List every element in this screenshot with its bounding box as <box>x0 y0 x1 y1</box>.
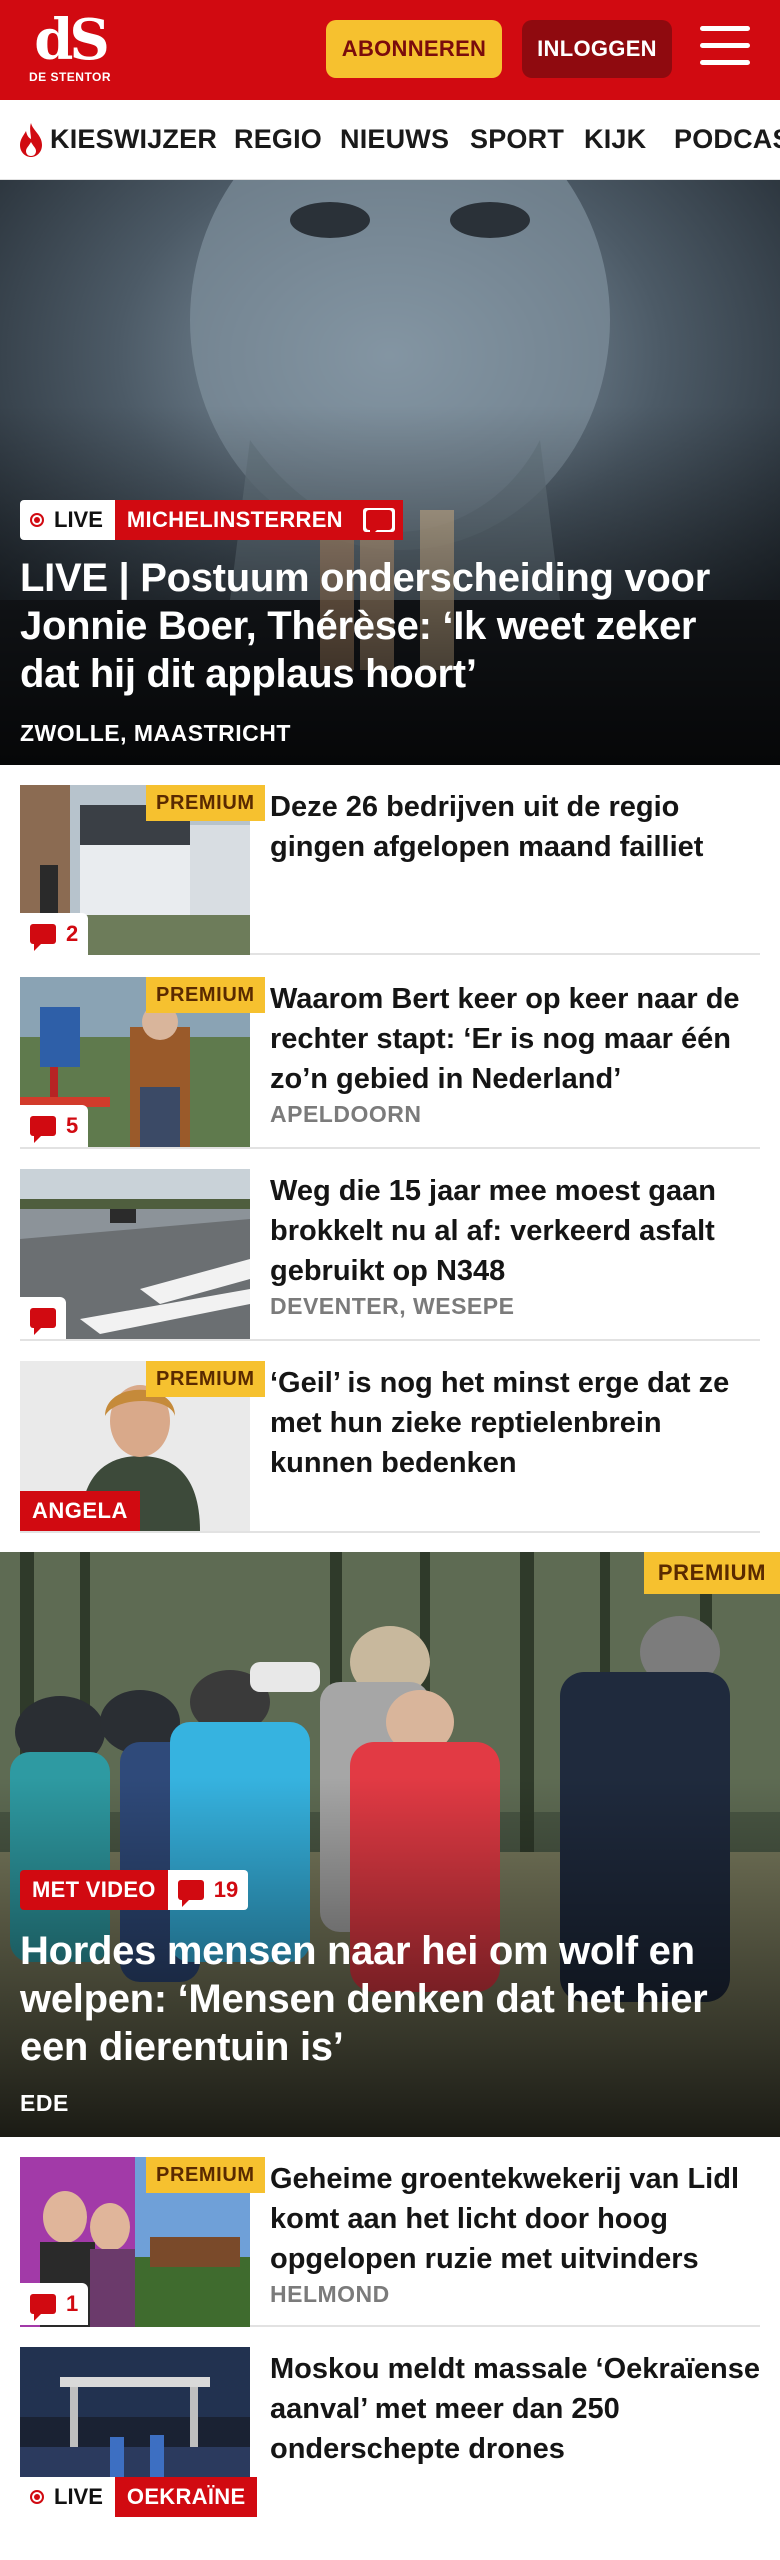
article-title[interactable]: Waarom Bert keer op keer naar de rechter… <box>270 979 760 1099</box>
hamburger-icon[interactable] <box>700 26 752 72</box>
logo-mark: dS <box>34 7 110 73</box>
comment-count[interactable] <box>20 1297 66 1339</box>
logo-subtitle: DE STENTOR <box>28 70 112 84</box>
main-nav: KIESWIJZER REGIO NIEUWS SPORT KIJK PODCA… <box>0 100 780 180</box>
topic-badge[interactable]: MICHELINSTERREN <box>114 500 355 540</box>
comment-count[interactable]: 19 <box>167 1870 249 1910</box>
list-item[interactable]: Weg die 15 jaar mee moest gaan brokkelt … <box>20 1149 760 1341</box>
hero-article-2[interactable]: PREMIUM MET VIDEO 19 Hordes mensen naar … <box>0 1552 780 2137</box>
article-location: APELDOORN <box>270 1101 422 1127</box>
comment-count[interactable]: 1 <box>20 2283 89 2325</box>
topic-badge[interactable]: OEKRAÏNE <box>114 2477 258 2517</box>
list-item[interactable]: PREMIUM 2 Deze 26 bedrijven uit de regio… <box>20 765 760 955</box>
list-item[interactable]: LIVE OEKRAÏNE Moskou meldt massale ‘Oekr… <box>20 2327 760 2517</box>
flame-icon <box>20 123 42 157</box>
list-item[interactable]: PREMIUM ANGELA ‘Geil’ is nog het minst e… <box>20 1341 760 1533</box>
comment-icon <box>30 924 56 951</box>
nav-item-kijk[interactable]: KIJK <box>584 124 646 155</box>
hero-title[interactable]: Hordes mensen naar hei om wolf en welpen… <box>20 1927 760 2071</box>
hero-title[interactable]: LIVE | Postuum onderscheiding voor Jonni… <box>20 554 760 698</box>
article-title[interactable]: Deze 26 bedrijven uit de regio gingen af… <box>270 787 760 867</box>
article-title[interactable]: ‘Geil’ is nog het minst erge dat ze met … <box>270 1363 760 1483</box>
live-dot-icon <box>30 2490 44 2504</box>
live-badge: LIVE <box>20 500 115 540</box>
top-bar: dS DE STENTOR ABONNEREN INLOGGEN <box>0 0 780 100</box>
hero-location: ZWOLLE, MAASTRICHT <box>20 720 291 746</box>
comment-badge[interactable] <box>354 500 403 540</box>
comment-icon <box>30 1116 56 1143</box>
nav-item-kieswijzer[interactable]: KIESWIJZER <box>50 124 217 155</box>
hero-article[interactable]: LIVE MICHELINSTERREN LIVE | Postuum onde… <box>0 180 780 765</box>
comment-icon <box>177 1880 204 1907</box>
nav-item-regio[interactable]: REGIO <box>234 124 322 155</box>
article-title[interactable]: Weg die 15 jaar mee moest gaan brokkelt … <box>270 1171 760 1291</box>
article-title[interactable]: Geheime groentekwekerij van Lidl komt aa… <box>270 2159 760 2279</box>
article-location: DEVENTER, WESEPE <box>270 1293 515 1319</box>
video-badge[interactable]: MET VIDEO <box>20 1870 168 1910</box>
list-item[interactable]: PREMIUM 1 Geheime groentekwekerij van Li… <box>20 2137 760 2327</box>
premium-badge: PREMIUM <box>643 1552 780 1594</box>
list-item[interactable]: PREMIUM 5 Waarom Bert keer op keer naar … <box>20 957 760 1149</box>
comment-icon <box>30 2294 56 2321</box>
subscribe-button[interactable]: ABONNEREN <box>326 20 502 78</box>
login-button[interactable]: INLOGGEN <box>522 20 672 78</box>
premium-badge: PREMIUM <box>146 2157 265 2193</box>
nav-item-podcast[interactable]: PODCAS <box>674 124 780 155</box>
logo[interactable]: dS DE STENTOR <box>28 12 112 88</box>
hero-location: EDE <box>20 2090 69 2116</box>
article-location: HELMOND <box>270 2281 390 2307</box>
nav-item-sport[interactable]: SPORT <box>470 124 564 155</box>
premium-badge: PREMIUM <box>146 977 265 1013</box>
article-title[interactable]: Moskou meldt massale ‘Oekraïense aanval’… <box>270 2349 760 2469</box>
comment-count[interactable]: 5 <box>20 1105 89 1147</box>
comment-icon <box>30 1308 56 1335</box>
article-labels: LIVE OEKRAÏNE <box>20 2477 258 2517</box>
hero-labels: MET VIDEO 19 <box>20 1870 249 1910</box>
premium-badge: PREMIUM <box>146 1361 265 1397</box>
live-badge: LIVE <box>20 2477 115 2517</box>
comment-icon <box>365 510 392 537</box>
hero-labels: LIVE MICHELINSTERREN <box>20 500 403 540</box>
premium-badge: PREMIUM <box>146 785 265 821</box>
live-dot-icon <box>30 513 44 527</box>
column-tag[interactable]: ANGELA <box>20 1491 140 1531</box>
comment-count[interactable]: 2 <box>20 913 89 955</box>
nav-item-nieuws[interactable]: NIEUWS <box>340 124 449 155</box>
